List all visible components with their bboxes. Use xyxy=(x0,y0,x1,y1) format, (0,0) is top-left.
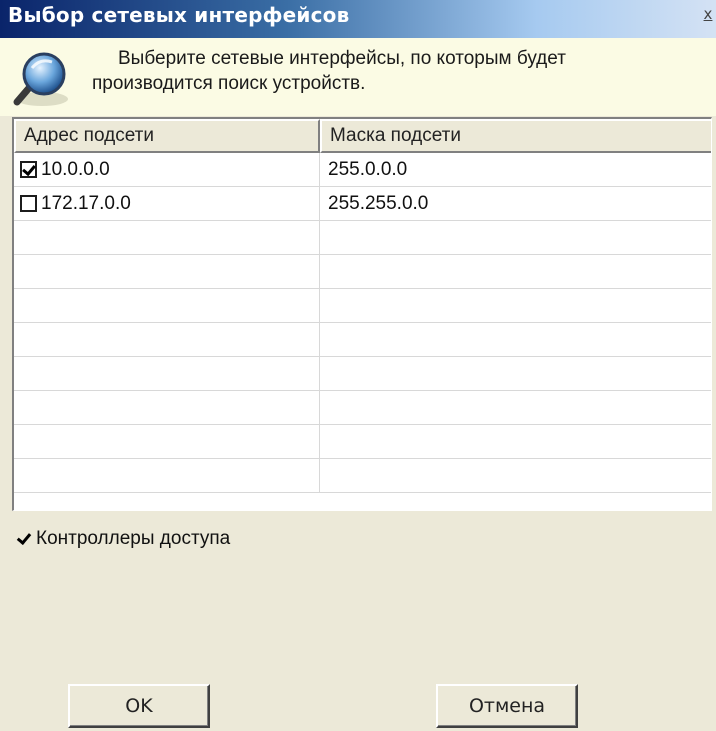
table-row[interactable]: 10.0.0.0 255.0.0.0 xyxy=(14,153,711,187)
close-button[interactable]: x xyxy=(700,4,716,24)
column-header-address[interactable]: Адрес подсети xyxy=(14,119,320,153)
empty-row xyxy=(14,459,711,493)
mask-cell: 255.255.0.0 xyxy=(328,193,429,214)
access-controllers-checkbox[interactable]: Контроллеры доступа xyxy=(16,528,230,550)
checkmark-icon xyxy=(16,531,32,547)
interface-checkbox[interactable] xyxy=(20,161,37,178)
interfaces-table[interactable]: Адрес подсети Маска подсети 10.0.0.0 255… xyxy=(12,117,712,511)
banner-text: Выберите сетевые интерфейсы, по которым … xyxy=(92,46,692,96)
empty-row xyxy=(14,425,711,459)
cancel-button[interactable]: Отмена xyxy=(436,684,578,728)
empty-row xyxy=(14,255,711,289)
title-bar[interactable]: Выбор сетевых интерфейсов x xyxy=(0,0,716,38)
ok-button[interactable]: OK xyxy=(68,684,210,728)
empty-row xyxy=(14,289,711,323)
network-interfaces-dialog: Выбор сетевых интерфейсов x Выберите сет… xyxy=(0,0,716,731)
empty-row xyxy=(14,391,711,425)
address-cell: 172.17.0.0 xyxy=(14,187,320,220)
banner-line-2: производится поиск устройств. xyxy=(92,73,366,94)
table-row[interactable]: 172.17.0.0 255.255.0.0 xyxy=(14,187,711,221)
address-value: 172.17.0.0 xyxy=(41,193,131,214)
table-header: Адрес подсети Маска подсети xyxy=(14,119,711,153)
interface-checkbox[interactable] xyxy=(20,195,37,212)
banner-line-1: Выберите сетевые интерфейсы, по которым … xyxy=(118,48,566,69)
info-banner: Выберите сетевые интерфейсы, по которым … xyxy=(0,38,716,116)
access-controllers-label: Контроллеры доступа xyxy=(36,528,231,549)
address-cell: 10.0.0.0 xyxy=(14,153,320,186)
empty-row xyxy=(14,221,711,255)
address-value: 10.0.0.0 xyxy=(41,159,110,180)
table-body: 10.0.0.0 255.0.0.0 172.17.0.0 255.255.0.… xyxy=(14,153,711,493)
mask-cell: 255.0.0.0 xyxy=(328,159,408,180)
empty-row xyxy=(14,323,711,357)
network-search-icon xyxy=(13,52,68,106)
column-header-mask[interactable]: Маска подсети xyxy=(320,119,711,153)
window-title: Выбор сетевых интерфейсов xyxy=(8,3,350,27)
empty-row xyxy=(14,357,711,391)
